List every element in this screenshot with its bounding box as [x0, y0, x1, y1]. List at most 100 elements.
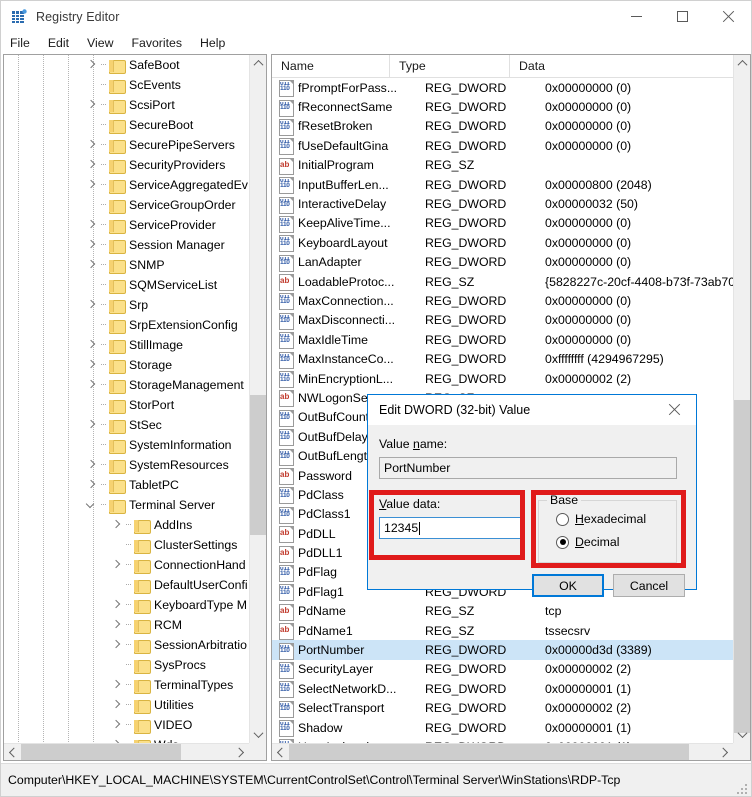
tree-node-servicegrouporder[interactable]: ServiceGroupOrder — [4, 195, 249, 215]
table-row[interactable]: 011 110 fReconnectSame REG_DWORD 0x00000000 … — [272, 97, 733, 117]
tree-node-scevents[interactable]: ScEvents — [4, 75, 249, 95]
tree-node-sqmservicelist[interactable]: SQMServiceList — [4, 275, 249, 295]
value-name-field[interactable]: PortNumber — [379, 457, 677, 479]
tree-node-secureboot[interactable]: SecureBoot — [4, 115, 249, 135]
tree-node-storport[interactable]: StorPort — [4, 395, 249, 415]
tree-node-securepipeservers[interactable]: SecurePipeServers — [4, 135, 249, 155]
chevron-right-icon[interactable] — [84, 415, 100, 435]
tree-node-storagemanagement[interactable]: StorageManagement — [4, 375, 249, 395]
tree-node-securityproviders[interactable]: SecurityProviders — [4, 155, 249, 175]
close-button[interactable] — [705, 1, 751, 32]
table-row[interactable]: 011 110 InteractiveDelay REG_DWORD 0x0000003… — [272, 194, 733, 214]
tree-node-rcm[interactable]: RCM — [4, 615, 249, 635]
chevron-right-icon[interactable] — [84, 255, 100, 275]
tree-viewport[interactable]: SafeBoot ScEvents ScsiPort SecureBoot Secure… — [4, 55, 249, 743]
column-header-type[interactable]: Type — [390, 55, 510, 78]
tree-node-session-manager[interactable]: Session Manager — [4, 235, 249, 255]
tree-node-systemresources[interactable]: SystemResources — [4, 455, 249, 475]
maximize-button[interactable] — [659, 1, 705, 32]
tree-node-serviceaggregatedev[interactable]: ServiceAggregatedEv — [4, 175, 249, 195]
table-row[interactable]: 011 110 SelectNetworkD... REG_DWORD 0x000000… — [272, 679, 733, 699]
chevron-right-icon[interactable] — [84, 175, 100, 195]
tree-node-video[interactable]: VIDEO — [4, 715, 249, 735]
tree-scroll-right-button[interactable] — [232, 744, 249, 760]
table-row[interactable]: 011 110 MinEncryptionL... REG_DWORD 0x000000… — [272, 369, 733, 389]
chevron-right-icon[interactable] — [84, 155, 100, 175]
tree-node-wds[interactable]: Wds — [4, 735, 249, 743]
table-row[interactable]: 011 110 fResetBroken REG_DWORD 0x00000000 (0… — [272, 117, 733, 136]
tree-horizontal-scrollbar[interactable] — [4, 743, 249, 760]
list-vertical-scrollbar[interactable] — [733, 55, 750, 743]
tree-node-addins[interactable]: AddIns — [4, 515, 249, 535]
table-row[interactable]: 011 110 InputBufferLen... REG_DWORD 0x000008… — [272, 175, 733, 195]
chevron-right-icon[interactable] — [84, 375, 100, 395]
chevron-right-icon[interactable] — [84, 295, 100, 315]
chevron-right-icon[interactable] — [109, 675, 125, 695]
tree-node-terminal-server[interactable]: Terminal Server — [4, 495, 249, 515]
cancel-button[interactable]: Cancel — [613, 574, 685, 597]
resize-grip-icon[interactable] — [737, 782, 749, 794]
table-row[interactable]: 011 110 SelectTransport REG_DWORD 0x00000002… — [272, 699, 733, 718]
list-horizontal-scrollbar[interactable] — [272, 743, 733, 760]
chevron-right-icon[interactable] — [84, 235, 100, 255]
chevron-right-icon[interactable] — [84, 355, 100, 375]
chevron-right-icon[interactable] — [109, 635, 125, 655]
menu-edit[interactable]: Edit — [39, 34, 78, 52]
radio-decimal[interactable]: Decimal — [556, 535, 619, 549]
table-row[interactable]: 011 110 PortNumber REG_DWORD 0x00000d3d (338… — [272, 640, 733, 660]
tree-node-scsiport[interactable]: ScsiPort — [4, 95, 249, 115]
tree-node-stillimage[interactable]: StillImage — [4, 335, 249, 355]
table-row[interactable]: ab InitialProgram REG_SZ — [272, 156, 733, 175]
table-row[interactable]: 011 110 MaxInstanceCo... REG_DWORD 0xfffffff… — [272, 349, 733, 369]
chevron-right-icon[interactable] — [84, 475, 100, 495]
table-row[interactable]: 011 110 MaxConnection... REG_DWORD 0x0000000… — [272, 291, 733, 311]
chevron-right-icon[interactable] — [109, 515, 125, 535]
tree-node-srp[interactable]: Srp — [4, 295, 249, 315]
chevron-right-icon[interactable] — [84, 135, 100, 155]
list-scroll-down-button[interactable] — [734, 726, 750, 743]
table-row[interactable]: ab PdName REG_SZ tcp — [272, 602, 733, 621]
tree-node-keyboardtype-m[interactable]: KeyboardType M — [4, 595, 249, 615]
table-row[interactable]: 011 110 fUseDefaultGina REG_DWORD 0x00000000… — [272, 136, 733, 156]
tree-node-connectionhand[interactable]: ConnectionHand — [4, 555, 249, 575]
menu-help[interactable]: Help — [191, 34, 234, 52]
chevron-right-icon[interactable] — [109, 695, 125, 715]
tree-node-snmp[interactable]: SNMP — [4, 255, 249, 275]
chevron-right-icon[interactable] — [109, 555, 125, 575]
list-scroll-up-button[interactable] — [734, 55, 750, 72]
menu-view[interactable]: View — [78, 34, 122, 52]
chevron-right-icon[interactable] — [84, 55, 100, 75]
chevron-right-icon[interactable] — [84, 455, 100, 475]
chevron-right-icon[interactable] — [109, 715, 125, 735]
table-row[interactable]: 011 110 fPromptForPass... REG_DWORD 0x000000… — [272, 78, 733, 98]
table-row[interactable]: 011 110 LanAdapter REG_DWORD 0x00000000 (0) — [272, 253, 733, 272]
tree-node-tabletpc[interactable]: TabletPC — [4, 475, 249, 495]
table-row[interactable]: ab PdName1 REG_SZ tssecsrv — [272, 621, 733, 641]
chevron-right-icon[interactable] — [84, 335, 100, 355]
tree-node-stsec[interactable]: StSec — [4, 415, 249, 435]
tree-node-sysprocs[interactable]: SysProcs — [4, 655, 249, 675]
chevron-right-icon[interactable] — [84, 95, 100, 115]
tree-node-utilities[interactable]: Utilities — [4, 695, 249, 715]
chevron-right-icon[interactable] — [109, 735, 125, 743]
radio-hexadecimal[interactable]: Hexadecimal — [556, 512, 646, 526]
tree-node-defaultuserconfi[interactable]: DefaultUserConfi — [4, 575, 249, 595]
tree-scroll-up-button[interactable] — [250, 55, 266, 72]
tree-node-clustersettings[interactable]: ClusterSettings — [4, 535, 249, 555]
list-scroll-thumb[interactable] — [734, 400, 750, 733]
chevron-right-icon[interactable] — [84, 215, 100, 235]
column-header-name[interactable]: Name — [272, 55, 390, 78]
chevron-down-icon[interactable] — [84, 495, 100, 515]
tree-node-terminaltypes[interactable]: TerminalTypes — [4, 675, 249, 695]
menu-favorites[interactable]: Favorites — [122, 34, 191, 52]
table-row[interactable]: ab LoadableProtoc... REG_SZ {5828227c-20cf-… — [272, 272, 733, 292]
ok-button[interactable]: OK — [532, 574, 604, 597]
menu-file[interactable]: File — [1, 34, 39, 52]
tree-node-systeminformation[interactable]: SystemInformation — [4, 435, 249, 455]
tree-hscroll-thumb[interactable] — [21, 744, 181, 760]
tree-node-safeboot[interactable]: SafeBoot — [4, 55, 249, 75]
value-data-input[interactable]: 12345 — [379, 517, 523, 539]
list-hscroll-thumb[interactable] — [289, 744, 689, 760]
tree-vertical-scrollbar[interactable] — [249, 55, 266, 743]
table-row[interactable]: 011 110 MaxIdleTime REG_DWORD 0x00000000 (0) — [272, 330, 733, 350]
